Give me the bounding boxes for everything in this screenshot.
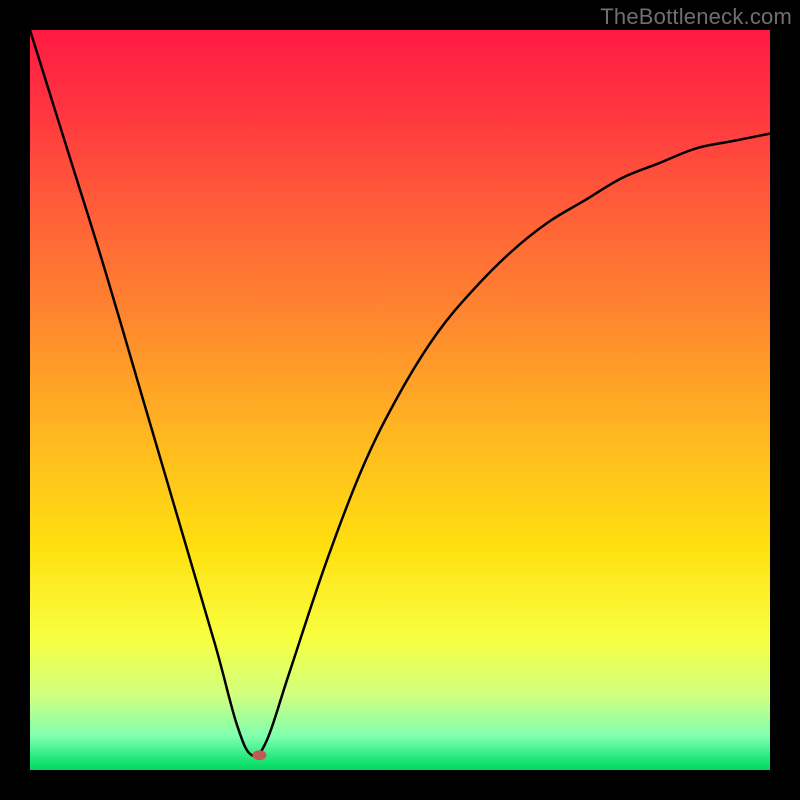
gradient-background bbox=[30, 30, 770, 770]
chart-frame: TheBottleneck.com bbox=[0, 0, 800, 800]
watermark-text: TheBottleneck.com bbox=[600, 4, 792, 30]
optimum-marker bbox=[252, 750, 266, 760]
chart-svg bbox=[30, 30, 770, 770]
plot-area bbox=[30, 30, 770, 770]
